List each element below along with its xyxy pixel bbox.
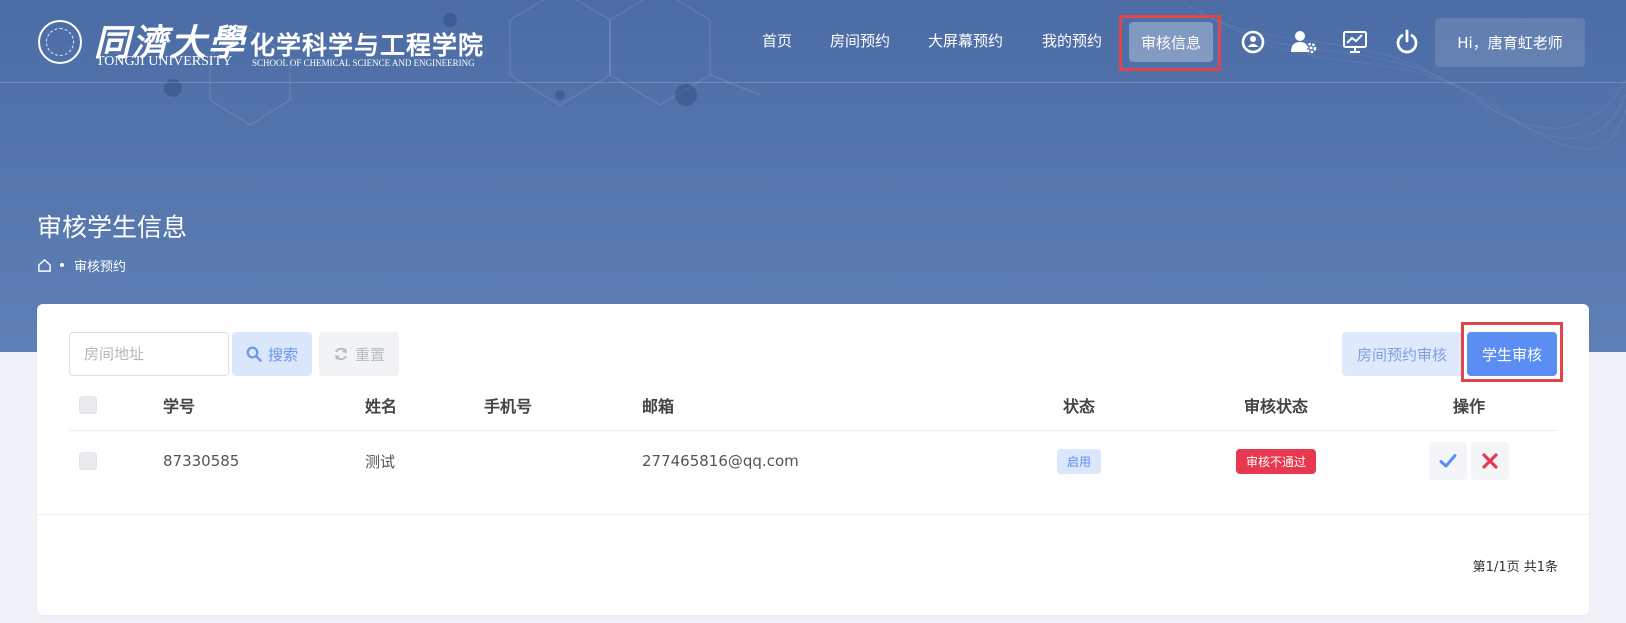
refresh-icon	[334, 347, 347, 361]
room-address-search-input[interactable]	[69, 332, 229, 376]
university-seal-icon	[38, 20, 82, 64]
logo-department-en: SCHOOL OF CHEMICAL SCIENCE AND ENGINEERI…	[252, 58, 475, 68]
check-icon	[1439, 454, 1457, 468]
header-banner: 同濟大學 TONGJI UNIVERSITY 化学科学与工程学院 SCHOOL …	[0, 0, 1626, 352]
logo-department-cn: 化学科学与工程学院	[250, 31, 485, 60]
reset-button[interactable]: 重置	[319, 332, 399, 376]
search-button-label: 搜索	[267, 345, 298, 364]
page-title: 审核学生信息	[37, 213, 188, 242]
close-icon	[1482, 453, 1498, 469]
column-header-status: 状态	[1062, 397, 1095, 416]
nav-home[interactable]: 首页	[762, 30, 792, 51]
cell-email: 277465816@qq.com	[642, 452, 799, 470]
review-status-badge: 审核不通过	[1235, 448, 1316, 474]
cell-name: 测试	[365, 452, 396, 471]
reject-button[interactable]	[1471, 442, 1509, 480]
lock-user-icon[interactable]	[1239, 28, 1267, 56]
table-footer-divider	[37, 514, 1589, 515]
row-checkbox[interactable]	[79, 452, 97, 470]
approve-button[interactable]	[1429, 442, 1467, 480]
nav-my-bookings[interactable]: 我的预约	[1042, 30, 1102, 51]
logo-university-en: TONGJI UNIVERSITY	[96, 54, 233, 69]
column-header-student-id: 学号	[163, 397, 196, 416]
reset-button-label: 重置	[354, 345, 385, 364]
column-header-actions: 操作	[1452, 397, 1485, 416]
nav-big-screen-booking[interactable]: 大屏幕预约	[928, 30, 1003, 51]
pagination-summary: 第1/1页 共1条	[1472, 560, 1558, 575]
column-header-review-status: 审核状态	[1243, 397, 1308, 416]
tab-student-review[interactable]: 学生审核	[1467, 332, 1557, 376]
cell-student-id: 87330585	[163, 452, 240, 470]
nav-room-booking[interactable]: 房间预约	[830, 30, 890, 51]
breadcrumb-separator	[60, 263, 64, 267]
status-badge: 启用	[1056, 448, 1101, 474]
review-card: 搜索 重置 房间预约审核 学生审核 学号 姓名 手机号 邮箱 状态 审核状态 操…	[37, 304, 1589, 615]
breadcrumb: 审核预约	[37, 255, 126, 275]
select-all-checkbox[interactable]	[79, 396, 97, 414]
breadcrumb-current: 审核预约	[74, 259, 127, 275]
monitor-chart-icon[interactable]	[1341, 28, 1369, 56]
user-settings-icon[interactable]	[1289, 28, 1317, 56]
table-header: 学号 姓名 手机号 邮箱 状态 审核状态 操作	[69, 380, 1557, 431]
column-header-email: 邮箱	[642, 397, 675, 416]
nav-review-info[interactable]: 审核信息	[1129, 22, 1213, 62]
tab-room-booking-review[interactable]: 房间预约审核	[1342, 332, 1462, 376]
power-icon[interactable]	[1393, 28, 1421, 56]
user-greeting[interactable]: Hi，唐育虹老师	[1435, 18, 1585, 67]
top-navbar: 同濟大學 TONGJI UNIVERSITY 化学科学与工程学院 SCHOOL …	[0, 0, 1626, 83]
table-row: 87330585 测试 277465816@qq.com 启用 审核不通过	[69, 431, 1557, 491]
column-header-name: 姓名	[365, 397, 398, 416]
column-header-phone: 手机号	[484, 397, 533, 416]
search-button[interactable]: 搜索	[232, 332, 312, 376]
search-icon	[246, 346, 262, 362]
home-icon[interactable]	[37, 258, 52, 273]
